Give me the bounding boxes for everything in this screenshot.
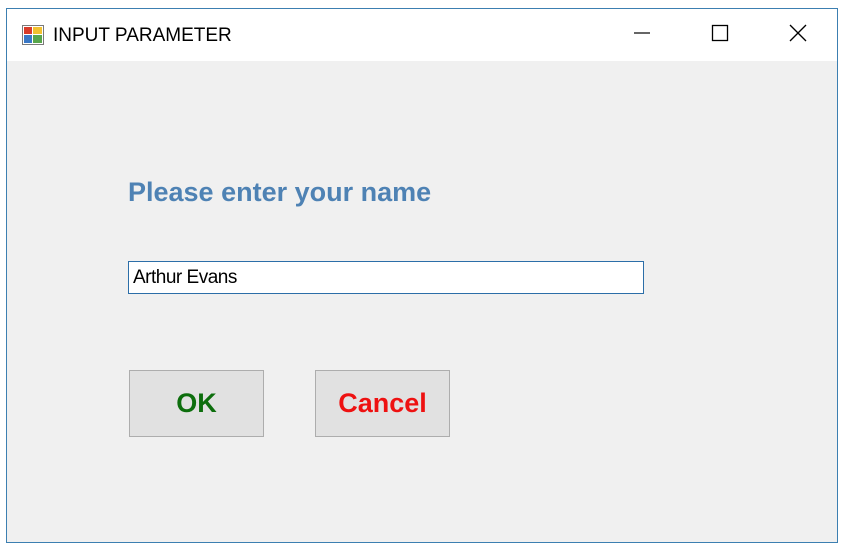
name-input[interactable] xyxy=(128,261,644,294)
minimize-button[interactable] xyxy=(603,9,681,61)
maximize-button[interactable] xyxy=(681,9,759,61)
maximize-icon xyxy=(711,24,729,47)
dialog-window: INPUT PARAMETER Please enter your name A… xyxy=(6,8,838,543)
minimize-icon xyxy=(633,24,651,47)
close-icon xyxy=(789,24,807,47)
cancel-button-label: Cancel xyxy=(338,388,427,418)
application-icon xyxy=(22,25,44,45)
window-title: INPUT PARAMETER xyxy=(53,25,232,46)
name-prompt-label: Please enter your name xyxy=(128,177,432,207)
cancel-button[interactable]: Cancel xyxy=(315,370,450,437)
ok-button-label: OK xyxy=(176,388,217,418)
title-bar[interactable]: INPUT PARAMETER xyxy=(7,9,837,61)
close-button[interactable] xyxy=(759,9,837,61)
ok-button[interactable]: OK xyxy=(129,370,264,437)
